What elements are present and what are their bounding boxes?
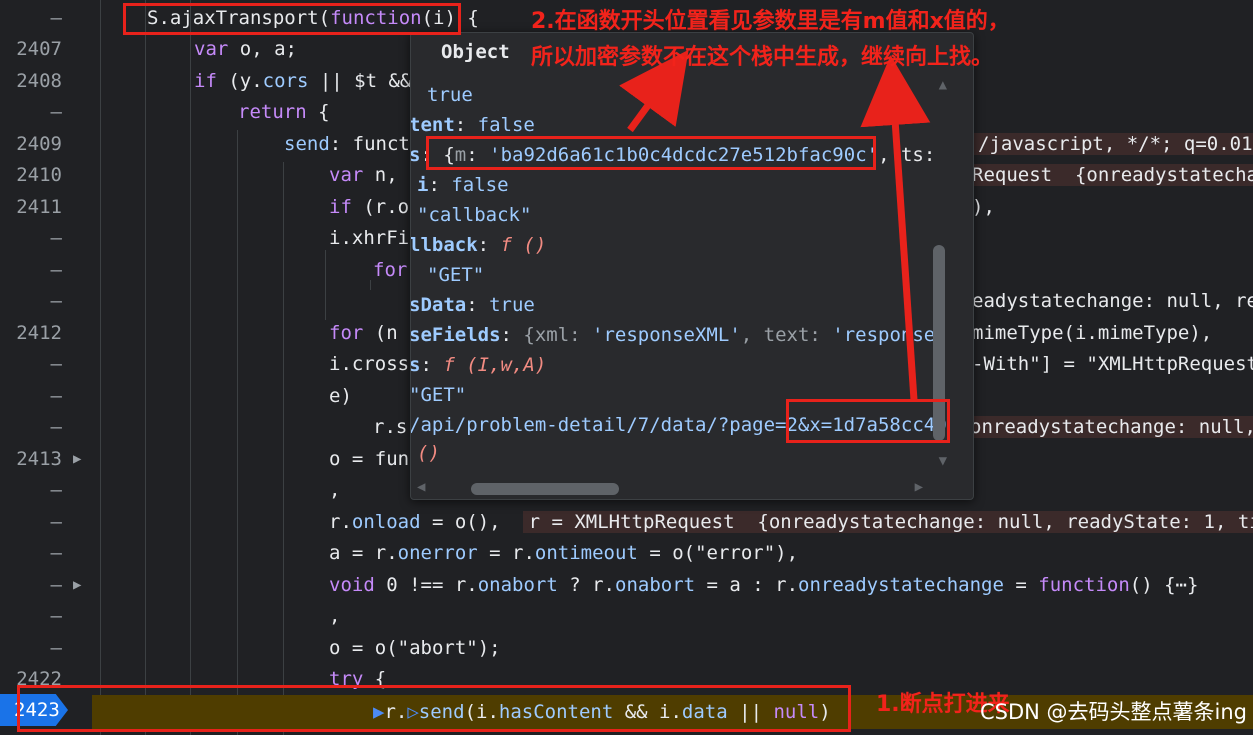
arrow-to-m-value: [619, 49, 689, 133]
watermark: CSDN @去码头整点薯条ing: [979, 700, 1247, 724]
annotation-arrows: [619, 49, 931, 401]
annotation-text: 2.在函数开头位置看见参数里是有m值和x值的，: [531, 9, 1010, 34]
arrow-to-x-value: [860, 55, 931, 401]
annotation-text: 所以加密参数不在这个栈中生成，继续向上找。: [531, 45, 994, 70]
